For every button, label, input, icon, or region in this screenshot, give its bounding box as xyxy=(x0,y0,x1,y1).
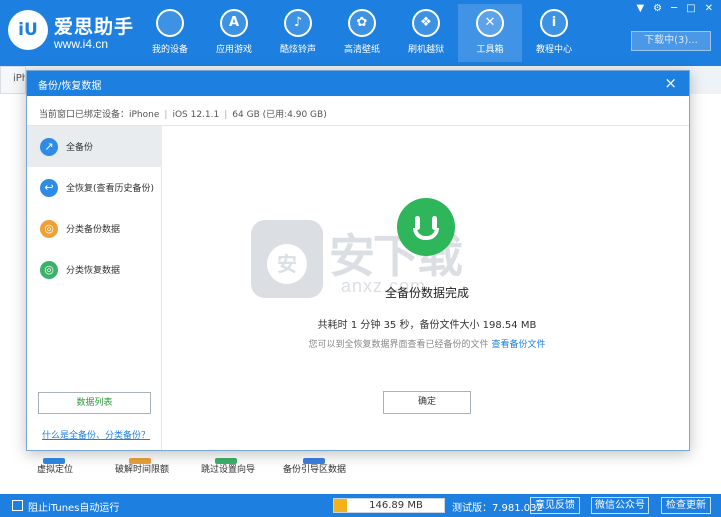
restore-arrow-icon: ↩ xyxy=(40,178,58,197)
brand-url: www.i4.cn xyxy=(54,37,109,51)
gear-icon[interactable]: ⚙ xyxy=(653,3,662,14)
background-tools-row: 虚拟定位 破解时间限额 跳过设置向导 备份引导区数据 xyxy=(0,450,721,494)
tool-label: 跳过设置向导 xyxy=(201,465,256,475)
category-restore-icon: ◎ xyxy=(40,260,58,279)
smiley-mouth xyxy=(413,228,439,240)
dialog-main-panel: 安 安下载 anxz.com 全备份数据完成 共耗时 1 分钟 35 秒，备份文… xyxy=(163,126,689,450)
block-itunes-label[interactable]: 阻止iTunes自动运行 xyxy=(28,499,119,514)
backup-help-link[interactable]: 什么是全备份、分类备份？ xyxy=(42,428,150,441)
backup-restore-dialog: 备份/恢复数据 × 当前窗口已绑定设备：iPhone | iOS 12.1.1 | 64… xyxy=(26,70,690,451)
close-icon[interactable]: ✕ xyxy=(705,3,713,14)
i4-logo-icon: iU xyxy=(8,10,48,50)
check-update-button[interactable]: 检查更新 xyxy=(661,497,711,514)
sidebar-item-label: 分类备份数据 xyxy=(66,225,121,235)
backup-icon xyxy=(303,458,325,464)
nav-label: 我的设备 xyxy=(151,45,188,55)
nav-label: 刷机越狱 xyxy=(407,45,444,55)
dialog-title: 备份/恢复数据 xyxy=(38,81,102,92)
sidebar-item-category-backup[interactable]: ◎ 分类备份数据 xyxy=(27,208,162,249)
sidebar-item-label: 全恢复(查看历史备份) xyxy=(66,184,155,194)
backup-arrow-icon: ↗ xyxy=(40,137,58,156)
backup-hint-text: 您可以到全恢复数据界面查看已经备份的文件 xyxy=(308,340,489,350)
category-backup-icon: ◎ xyxy=(40,219,58,238)
device-tab[interactable]: iPh xyxy=(0,66,26,94)
tool-label: 破解时间限额 xyxy=(115,465,170,475)
wechat-button[interactable]: 微信公众号 xyxy=(591,497,649,514)
nav-ringtones[interactable]: ♪ 酷炫铃声 xyxy=(266,4,330,62)
sidebar-item-full-restore[interactable]: ↩ 全恢复(查看历史备份) xyxy=(27,167,162,208)
dialog-header: 备份/恢复数据 × xyxy=(27,71,689,96)
backup-complete-detail: 共耗时 1 分钟 35 秒，备份文件大小 198.54 MB xyxy=(317,320,537,331)
sidebar-item-full-backup[interactable]: ↗ 全备份 xyxy=(27,126,162,167)
nav-wallpapers[interactable]: ✿ 高清壁纸 xyxy=(330,4,394,62)
sidebar-item-label: 分类恢复数据 xyxy=(66,266,121,276)
app-store-icon: A xyxy=(220,9,248,37)
storage-meter: 146.89 MB xyxy=(333,498,445,513)
bound-device-label: 当前窗口已绑定设备：iPhone xyxy=(39,110,160,120)
backup-hint: 您可以到全恢复数据界面查看已经备份的文件 查看备份文件 xyxy=(163,337,689,350)
bound-device-bar: 当前窗口已绑定设备：iPhone | iOS 12.1.1 | 64 GB (已用:4.… xyxy=(27,96,689,126)
timer-icon xyxy=(129,458,151,464)
nav-flash-jailbreak[interactable]: ❖ 刷机越狱 xyxy=(394,4,458,62)
location-icon xyxy=(43,458,65,464)
watermark-badge: 安 xyxy=(267,244,307,284)
main-nav: 我的设备 A 应用游戏 ♪ 酷炫铃声 ✿ 高清壁纸 ❖ 刷机越狱 ✕ 工具箱 i… xyxy=(138,0,586,66)
nav-label: 工具箱 xyxy=(476,45,504,55)
block-itunes-checkbox[interactable] xyxy=(12,500,23,511)
nav-my-device[interactable]: 我的设备 xyxy=(138,4,202,62)
dialog-sidebar: ↗ 全备份 ↩ 全恢复(查看历史备份) ◎ 分类备份数据 ◎ 分类恢复数据 数据… xyxy=(27,126,162,450)
minimize-icon[interactable]: ─ xyxy=(671,3,677,14)
apple-icon xyxy=(156,9,184,37)
tools-icon: ✕ xyxy=(476,9,504,37)
nav-tutorials[interactable]: i 教程中心 xyxy=(522,4,586,62)
nav-toolbox[interactable]: ✕ 工具箱 xyxy=(458,4,522,62)
sidebar-item-category-restore[interactable]: ◎ 分类恢复数据 xyxy=(27,249,162,290)
nav-label: 高清壁纸 xyxy=(343,45,380,55)
window-controls: ▼ ⚙ ─ □ ✕ xyxy=(636,3,713,14)
device-storage: 64 GB (已用:4.90 GB) xyxy=(232,110,327,120)
dialog-close-icon[interactable]: × xyxy=(664,74,677,92)
status-bar: 阻止iTunes自动运行 146.89 MB 测试版：7.981.032 意见反… xyxy=(0,494,721,517)
tool-label: 虚拟定位 xyxy=(37,465,74,475)
bell-icon: ♪ xyxy=(284,9,312,37)
free-space-text: 146.89 MB xyxy=(369,500,423,511)
top-bar: iU 爱思助手 www.i4.cn 我的设备 A 应用游戏 ♪ 酷炫铃声 ✿ 高… xyxy=(0,0,721,66)
sidebar-item-label: 全备份 xyxy=(66,143,94,153)
nav-label: 酷炫铃声 xyxy=(279,45,316,55)
info-icon: i xyxy=(540,9,568,37)
tool-screen-time-crack[interactable]: 破解时间限额 xyxy=(115,458,170,475)
nav-label: 教程中心 xyxy=(535,45,572,55)
pin-icon[interactable]: ▼ xyxy=(636,3,644,14)
dropbox-icon: ❖ xyxy=(412,9,440,37)
ios-version: iOS 12.1.1 xyxy=(172,110,220,120)
feedback-button[interactable]: 意见反馈 xyxy=(530,497,580,514)
tool-label: 备份引导区数据 xyxy=(283,465,347,475)
confirm-button[interactable]: 确定 xyxy=(383,391,471,414)
flower-icon: ✿ xyxy=(348,9,376,37)
backup-complete-title: 全备份数据完成 xyxy=(384,286,469,300)
nav-label: 应用游戏 xyxy=(215,45,252,55)
tool-backup-boot[interactable]: 备份引导区数据 xyxy=(283,458,347,475)
brand-name: 爱思助手 xyxy=(54,16,135,38)
success-smiley-icon xyxy=(397,198,455,256)
tool-virtual-location[interactable]: 虚拟定位 xyxy=(37,458,74,475)
skip-icon xyxy=(215,458,237,464)
view-backup-files-link[interactable]: 查看备份文件 xyxy=(491,340,545,350)
tool-skip-setup[interactable]: 跳过设置向导 xyxy=(201,458,256,475)
storage-used-fill xyxy=(334,499,348,512)
nav-apps-games[interactable]: A 应用游戏 xyxy=(202,4,266,62)
data-list-button[interactable]: 数据列表 xyxy=(38,392,151,414)
maximize-icon[interactable]: □ xyxy=(686,3,695,14)
download-progress-button[interactable]: 下载中(3)... xyxy=(631,31,711,51)
